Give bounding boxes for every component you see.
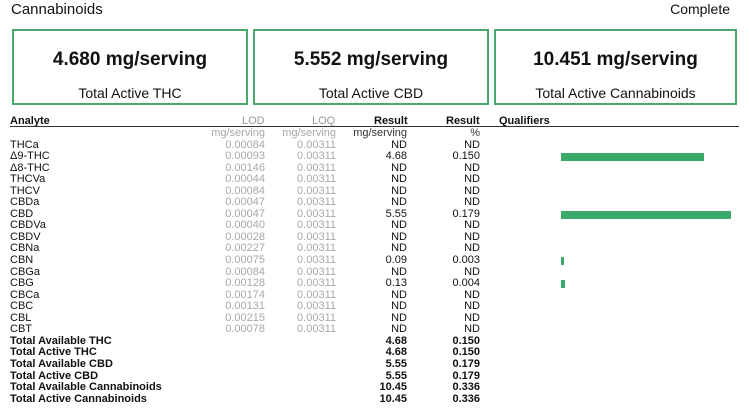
analyte-name: CBC [10, 300, 34, 313]
lod-value: 0.00075 [225, 254, 265, 266]
result-pct-value: ND [464, 300, 480, 313]
summary-label: Total Active CBD [318, 85, 424, 101]
analyte-name: THCVa [10, 173, 46, 186]
result-value: 4.68 [385, 150, 407, 163]
loq-value: 0.00311 [297, 150, 336, 163]
lod-value: 0.00044 [225, 173, 265, 186]
total-result-value: 5.55 [385, 357, 407, 370]
qualifier-bar [561, 210, 731, 219]
total-result-value: 10.45 [379, 381, 407, 394]
analyte-name: CBG [10, 277, 34, 290]
result-pct-value: 0.004 [452, 277, 480, 290]
total-pct-value: 0.336 [452, 392, 480, 405]
qualifier-bar [561, 257, 564, 265]
unit-loq: mg/serving [282, 127, 336, 139]
table-row: CBDV 0.00028 0.00311 ND ND [0, 231, 749, 244]
section-title: Cannabinoids [11, 1, 103, 18]
total-name: Total Available CBD [10, 357, 113, 370]
total-row: Total Available THC 4.68 0.150 [0, 335, 749, 348]
table-row: CBGa 0.00084 0.00311 ND ND [0, 266, 749, 279]
table-row: Δ9-THC 0.00093 0.00311 4.68 0.150 [0, 151, 749, 163]
total-row: Total Available CBD 5.55 0.179 [0, 357, 749, 371]
total-name: Total Available Cannabinoids [10, 381, 162, 394]
table-row: CBG 0.00128 0.00311 0.13 0.004 [0, 278, 749, 290]
lod-value: 0.00131 [225, 300, 265, 313]
loq-value: 0.00311 [297, 323, 336, 336]
lod-value: 0.00078 [225, 323, 265, 336]
summary-value: 5.552 mg/serving [293, 49, 449, 70]
total-pct-value: 0.179 [452, 357, 480, 370]
total-result-value: 10.45 [379, 392, 407, 405]
result-value: 0.09 [385, 254, 407, 266]
total-row: Total Active Cannabinoids 10.45 0.336 [0, 392, 749, 406]
table-row: CBT 0.00078 0.00311 ND ND [0, 324, 749, 336]
total-name: Total Active Cannabinoids [10, 392, 147, 405]
summary-label: Total Active Cannabinoids [535, 85, 696, 101]
table-row: CBDa 0.00047 0.00311 ND ND [0, 197, 749, 209]
table-row: CBD 0.00047 0.00311 5.55 0.179 [0, 208, 749, 221]
total-pct-value: 0.336 [452, 381, 480, 394]
summary-card-thc: 4.680 mg/serving Total Active THC [12, 29, 248, 105]
unit-lod: mg/serving [211, 127, 265, 139]
result-pct-value: 0.150 [452, 150, 480, 163]
analyte-name: CBN [10, 254, 34, 266]
qualifier-bar [561, 153, 704, 162]
table-row: CBCa 0.00174 0.00311 ND ND [0, 289, 749, 302]
summary-card-cannabinoids: 10.451 mg/serving Total Active Cannabino… [494, 29, 737, 105]
loq-value: 0.00311 [297, 300, 336, 313]
summary-value: 10.451 mg/serving [533, 49, 698, 70]
table-row: Δ8-THC 0.00146 0.00311 ND ND [0, 162, 749, 175]
loq-value: 0.00311 [297, 254, 336, 266]
result-pct-value: ND [464, 173, 480, 186]
qualifier-bar [561, 280, 565, 289]
summary-card-cbd: 5.552 mg/serving Total Active CBD [253, 29, 489, 105]
lod-value: 0.00128 [225, 277, 265, 290]
table-row: THCV 0.00084 0.00311 ND ND [0, 185, 749, 198]
table-row: CBNa 0.00227 0.00311 ND ND [0, 243, 749, 255]
table-row: CBL 0.00215 0.00311 ND ND [0, 312, 749, 325]
unit-result: mg/serving [353, 127, 407, 139]
total-row: Total Available Cannabinoids 10.45 0.336 [0, 382, 749, 394]
loq-value: 0.00311 [297, 173, 336, 186]
lod-value: 0.00093 [225, 150, 265, 163]
result-pct-value: 0.003 [452, 254, 480, 266]
summary-label: Total Active THC [78, 85, 182, 101]
result-value: ND [391, 173, 407, 186]
table-row: CBN 0.00075 0.00311 0.09 0.003 [0, 254, 749, 267]
status-label: Complete [670, 1, 730, 17]
analyte-name: Δ9-THC [10, 150, 50, 163]
result-value: 0.13 [385, 277, 407, 290]
table-row: THCVa 0.00044 0.00311 ND ND [0, 174, 749, 186]
result-value: ND [391, 300, 407, 313]
table-row: CBDVa 0.00040 0.00311 ND ND [0, 220, 749, 232]
unit-result-pct: % [470, 127, 480, 139]
table-row: THCa 0.00084 0.00311 ND ND [0, 139, 749, 152]
summary-value: 4.680 mg/serving [52, 49, 208, 70]
loq-value: 0.00311 [297, 277, 336, 290]
table-row: CBC 0.00131 0.00311 ND ND [0, 301, 749, 313]
